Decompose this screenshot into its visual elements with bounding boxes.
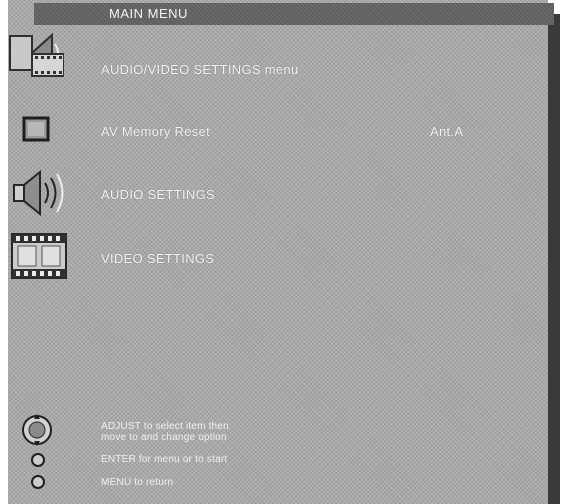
instruction-adjust: ADJUST to select item then move to and c… — [101, 421, 229, 443]
menu-item-video-settings[interactable]: VIDEO SETTINGS — [101, 251, 214, 266]
instruction-adjust-line-1: ADJUST to select item then — [101, 421, 229, 432]
menu-item-audio-video-settings[interactable]: AUDIO/VIDEO SETTINGS menu — [101, 62, 299, 77]
instruction-menu: MENU to return — [101, 477, 173, 488]
menu-item-audio-settings[interactable]: AUDIO SETTINGS — [101, 187, 215, 202]
audio-video-settings-icon — [8, 30, 65, 83]
main-menu-panel: MAIN MENU AUDIO/VIDEO SETTINGS menu AV M… — [8, 0, 554, 504]
instruction-adjust-line-2: move to and change option — [101, 432, 227, 443]
instruction-enter: ENTER for menu or to start — [101, 454, 227, 465]
speaker-icon — [10, 168, 70, 223]
memory-reset-icon — [22, 116, 50, 147]
instruction-enter-line-1: ENTER for menu or to start — [101, 454, 228, 465]
instruction-menu-line-1: MENU to return — [101, 477, 174, 488]
menu-item-av-memory-reset[interactable]: AV Memory Reset — [101, 124, 210, 139]
film-strip-icon — [8, 230, 70, 287]
menu-title: MAIN MENU — [109, 6, 188, 21]
enter-button-icon — [30, 452, 46, 473]
adjust-dial-icon — [20, 413, 54, 452]
av-memory-reset-value: Ant.A — [430, 124, 464, 139]
menu-button-icon — [30, 474, 46, 495]
tv-main-menu-screen: MAIN MENU AUDIO/VIDEO SETTINGS menu AV M… — [0, 0, 571, 504]
